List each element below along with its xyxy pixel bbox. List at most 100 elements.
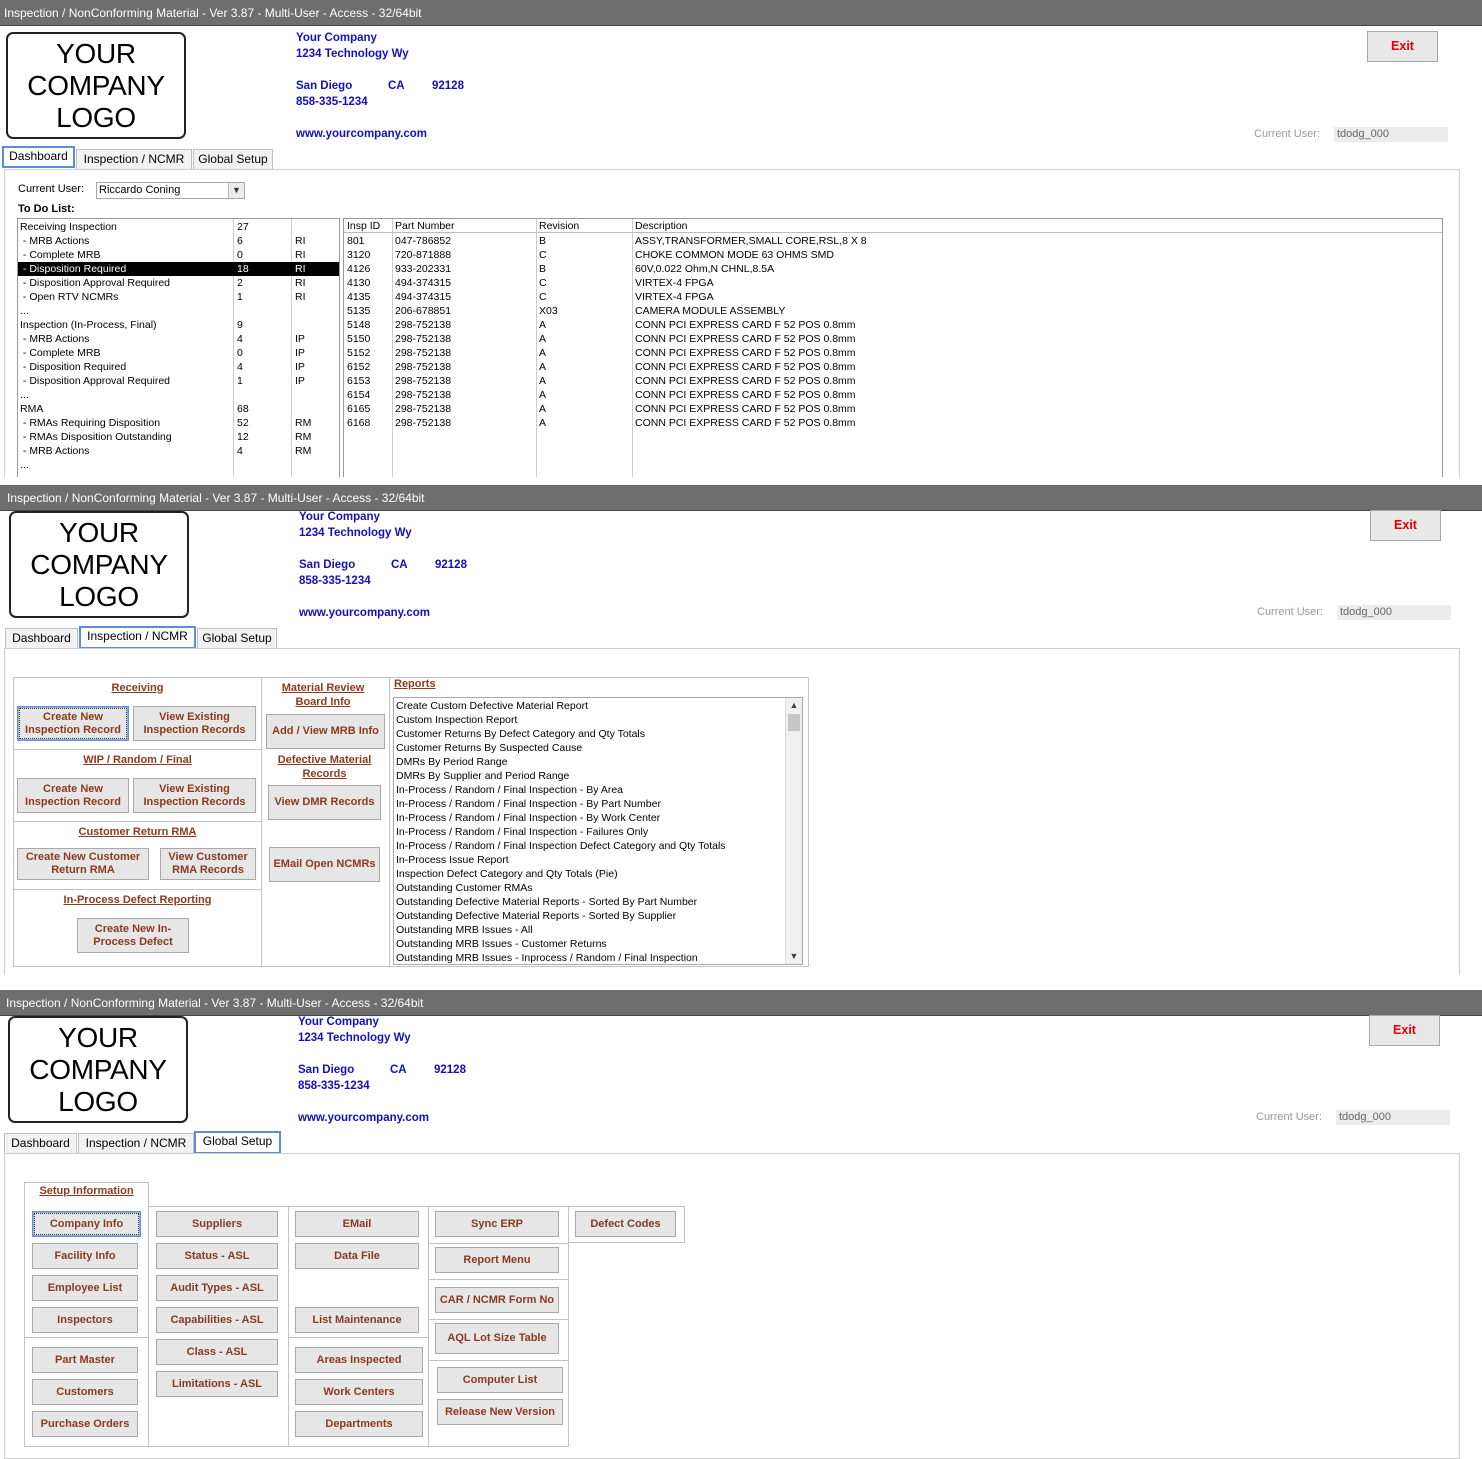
grid-header-part-number[interactable]: Part Number [395,219,455,233]
report-item[interactable]: DMRs By Supplier and Period Range [396,769,784,783]
todo-row[interactable]: RMA 68 [18,402,339,416]
report-item[interactable]: In-Process / Random / Final Inspection -… [396,811,784,825]
customer-rma-header[interactable]: Customer Return RMA [13,825,262,839]
todo-row[interactable]: ... [18,304,339,318]
view-rma-button[interactable]: View Customer RMA Records [160,848,256,880]
current-user-select[interactable]: Riccardo Coning ▼ [96,182,245,199]
audit-types-asl-button[interactable]: Audit Types - ASL [156,1275,278,1301]
report-item[interactable]: In-Process / Random / Final Inspection -… [396,797,784,811]
report-menu-button[interactable]: Report Menu [435,1247,559,1273]
defect-codes-button[interactable]: Defect Codes [575,1211,676,1237]
employee-list-button[interactable]: Employee List [32,1275,138,1301]
report-item[interactable]: In-Process Issue Report [396,853,784,867]
view-existing-inspection-button[interactable]: View Existing Inspection Records [133,706,256,741]
reports-list[interactable]: Create Custom Defective Material Report C… [393,697,803,965]
grid-row[interactable]: 4130 494-374315 C VIRTEX-4 FPGA [344,276,1442,290]
chevron-down-icon[interactable]: ▼ [786,949,802,964]
departments-button[interactable]: Departments [295,1411,423,1437]
todo-list[interactable]: Receiving Inspection 27 - MRB Actions 6 RI … [17,218,340,477]
sync-erp-button[interactable]: Sync ERP [435,1211,559,1237]
report-item[interactable]: Outstanding MRB Issues - Inprocess / Ran… [396,951,784,964]
email-open-ncmrs-button[interactable]: EMail Open NCMRs [269,847,380,882]
todo-row[interactable]: - Complete MRB 0 RI [18,248,339,262]
report-item[interactable]: Outstanding Defective Material Reports -… [396,909,784,923]
todo-row[interactable]: ... [18,458,339,472]
company-info-button[interactable]: Company Info [32,1211,141,1237]
inprocess-defect-header[interactable]: In-Process Defect Reporting [13,893,262,907]
create-new-wip-inspection-button[interactable]: Create New Inspection Record [17,778,129,813]
todo-row[interactable]: - Disposition Required 18 RI [18,262,339,276]
create-new-inspection-button[interactable]: Create New Inspection Record [17,706,129,741]
todo-row[interactable]: - MRB Actions 4 RM [18,444,339,458]
create-rma-button[interactable]: Create New Customer Return RMA [17,848,149,880]
grid-row[interactable]: 6152 298-752138 A CONN PCI EXPRESS CARD F 5… [344,360,1442,374]
report-item[interactable]: In-Process / Random / Final Inspection -… [396,825,784,839]
todo-row[interactable]: - Disposition Approval Required 2 RI [18,276,339,290]
areas-inspected-button[interactable]: Areas Inspected [295,1347,423,1373]
grid-header-insp-id[interactable]: Insp ID [347,219,380,233]
grid-row[interactable]: 5150 298-752138 A CONN PCI EXPRESS CARD F 5… [344,332,1442,346]
receiving-header[interactable]: Receiving [13,681,262,695]
todo-row[interactable]: - Disposition Required 4 IP [18,360,339,374]
tab-dashboard[interactable]: Dashboard [2,146,75,168]
tab-global-setup[interactable]: Global Setup [193,149,273,170]
view-dmr-button[interactable]: View DMR Records [268,785,381,820]
todo-row[interactable]: ... [18,388,339,402]
purchase-orders-button[interactable]: Purchase Orders [32,1411,138,1437]
tab-global-setup[interactable]: Global Setup [194,1131,281,1154]
grid-row[interactable]: 4126 933-202331 B 60V,0.022 Ohm,N CHNL,8.5A [344,262,1442,276]
tab-inspection[interactable]: Inspection / NCMR [78,1133,194,1154]
inspectors-button[interactable]: Inspectors [32,1307,138,1333]
customers-button[interactable]: Customers [32,1379,138,1405]
tab-inspection[interactable]: Inspection / NCMR [79,626,196,649]
wip-header[interactable]: WIP / Random / Final [13,753,262,767]
exit-button[interactable]: Exit [1367,31,1438,62]
grid-header-revision[interactable]: Revision [539,219,579,233]
class-asl-button[interactable]: Class - ASL [156,1339,278,1365]
capabilities-asl-button[interactable]: Capabilities - ASL [156,1307,278,1333]
report-item[interactable]: Outstanding MRB Issues - All [396,923,784,937]
todo-row[interactable]: - RMAs Disposition Outstanding 12 RM [18,430,339,444]
todo-row[interactable]: - RMAs Requiring Disposition 52 RM [18,416,339,430]
view-existing-wip-inspection-button[interactable]: View Existing Inspection Records [133,778,256,813]
report-item[interactable]: Outstanding MRB Issues - Customer Return… [396,937,784,951]
status-asl-button[interactable]: Status - ASL [156,1243,278,1269]
data-file-button[interactable]: Data File [295,1243,419,1269]
report-item[interactable]: Custom Inspection Report [396,713,784,727]
limitations-asl-button[interactable]: Limitations - ASL [156,1371,278,1397]
report-item[interactable]: Create Custom Defective Material Report [396,699,784,713]
report-item[interactable]: DMRs By Period Range [396,755,784,769]
todo-row[interactable]: - Disposition Approval Required 1 IP [18,374,339,388]
add-view-mrb-button[interactable]: Add / View MRB Info [266,714,385,749]
chevron-up-icon[interactable]: ▲ [786,698,802,713]
grid-row[interactable]: 801 047-786852 B ASSY,TRANSFORMER,SMALL COR… [344,234,1442,248]
dmr-header[interactable]: Defective Material Records [268,753,381,781]
suppliers-button[interactable]: Suppliers [156,1211,278,1237]
grid-row[interactable]: 3120 720-871888 C CHOKE COMMON MODE 63 OHMS… [344,248,1442,262]
computer-list-button[interactable]: Computer List [437,1367,563,1393]
report-item[interactable]: In-Process / Random / Final Inspection D… [396,839,784,853]
inspection-grid[interactable]: Insp ID Part Number Revision Description… [343,218,1443,477]
report-item[interactable]: Outstanding Defective Material Reports -… [396,895,784,909]
grid-row[interactable]: 6154 298-752138 A CONN PCI EXPRESS CARD F 5… [344,388,1442,402]
grid-row[interactable]: 6153 298-752138 A CONN PCI EXPRESS CARD F 5… [344,374,1442,388]
mrb-header[interactable]: Material Review Board Info [268,681,378,709]
todo-row[interactable]: Inspection (In-Process, Final) 9 [18,318,339,332]
tab-inspection[interactable]: Inspection / NCMR [76,149,192,170]
grid-row[interactable]: 5148 298-752138 A CONN PCI EXPRESS CARD F 5… [344,318,1442,332]
work-centers-button[interactable]: Work Centers [295,1379,423,1405]
facility-info-button[interactable]: Facility Info [32,1243,138,1269]
todo-row[interactable]: - Open RTV NCMRs 1 RI [18,290,339,304]
report-item[interactable]: In-Process / Random / Final Inspection -… [396,783,784,797]
report-item[interactable]: Inspection Defect Category and Qty Total… [396,867,784,881]
exit-button[interactable]: Exit [1369,1015,1440,1046]
scroll-thumb[interactable] [788,714,800,731]
aql-lot-size-table-button[interactable]: AQL Lot Size Table [435,1323,559,1354]
todo-row[interactable]: - MRB Actions 4 IP [18,332,339,346]
grid-row[interactable]: 4135 494-374315 C VIRTEX-4 FPGA [344,290,1442,304]
tab-dashboard[interactable]: Dashboard [4,1133,77,1154]
tab-global-setup[interactable]: Global Setup [197,628,277,649]
part-master-button[interactable]: Part Master [32,1347,138,1373]
report-item[interactable]: Customer Returns By Defect Category and … [396,727,784,741]
setup-info-header[interactable]: Setup Information [24,1184,149,1198]
